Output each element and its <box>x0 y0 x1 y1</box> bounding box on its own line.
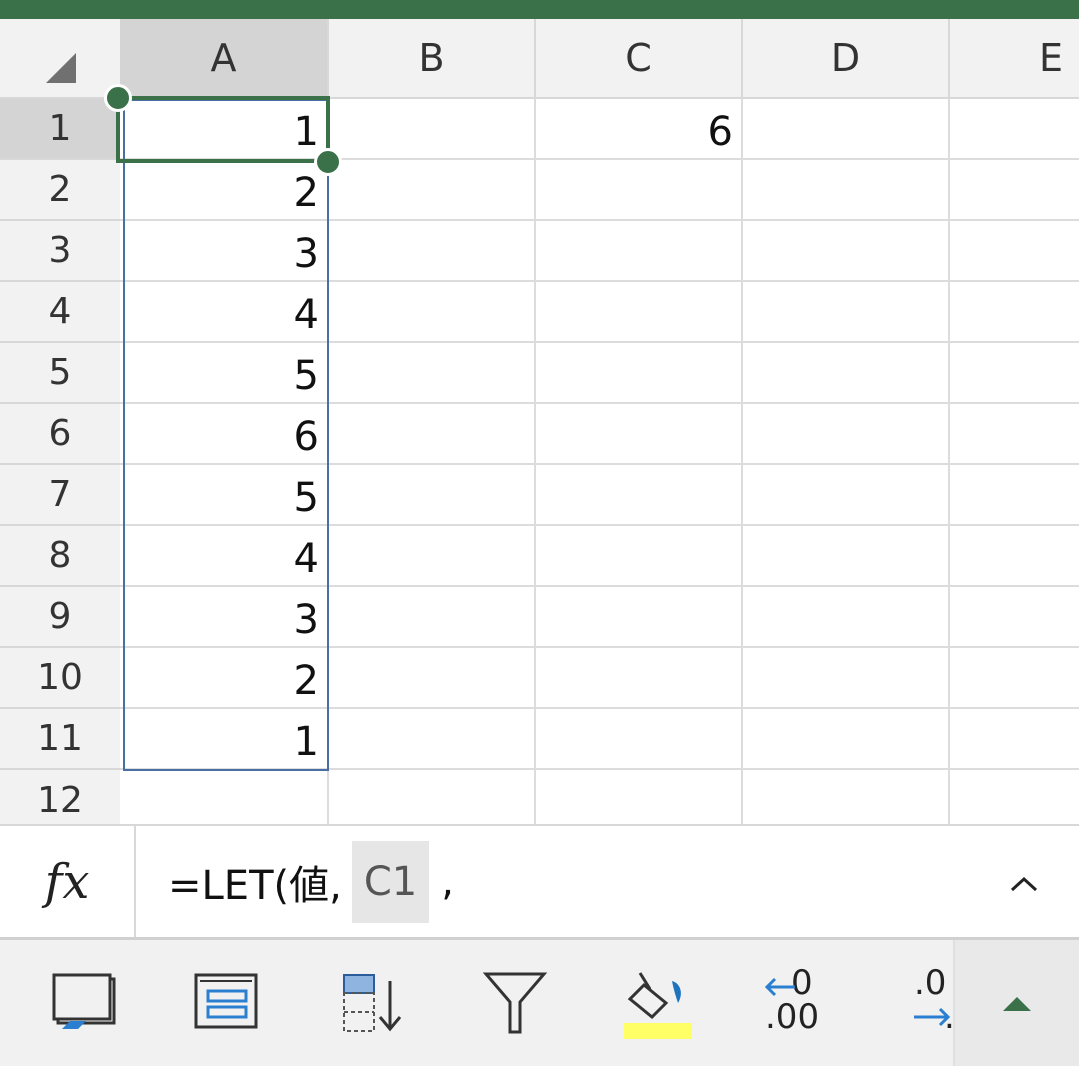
increase-decimal-icon: .0 . <box>900 963 953 1039</box>
group-rows-button[interactable] <box>172 940 282 1066</box>
row-header[interactable]: 5 <box>0 343 120 404</box>
row-header[interactable]: 12 <box>0 770 120 831</box>
column-header-row: A B C D E <box>0 19 1079 99</box>
row-header[interactable]: 6 <box>0 404 120 465</box>
filter-icon <box>482 972 548 1034</box>
row-header-column: 1 2 3 4 5 6 7 8 9 10 11 12 <box>0 99 120 824</box>
selected-cell-border <box>116 96 330 163</box>
decimal-bottom-label: .00 <box>765 997 820 1037</box>
row-header[interactable]: 9 <box>0 587 120 648</box>
filter-button[interactable] <box>460 940 570 1066</box>
column-header-b[interactable]: B <box>329 19 536 97</box>
grid-line <box>741 99 743 824</box>
increase-decimal-button[interactable]: .0 . <box>900 940 953 1066</box>
row-header[interactable]: 2 <box>0 160 120 221</box>
chevron-up-icon[interactable] <box>1004 864 1044 904</box>
decimal2-top-label: .0 <box>914 963 947 1003</box>
freeze-panes-button[interactable] <box>30 940 140 1066</box>
group-rows-icon <box>194 973 258 1029</box>
row-header[interactable]: 7 <box>0 465 120 526</box>
sort-button[interactable] <box>318 940 428 1066</box>
row-header[interactable]: 8 <box>0 526 120 587</box>
column-header-d[interactable]: D <box>743 19 950 97</box>
decimal2-bottom-label: . <box>944 997 953 1037</box>
selection-handle-bottom-right[interactable] <box>314 148 342 176</box>
cell-c1[interactable]: 6 <box>534 101 741 162</box>
row-header[interactable]: 4 <box>0 282 120 343</box>
formula-bar: fx =LET(値, C1 , <box>0 824 1079 940</box>
grid-line <box>948 99 950 824</box>
formula-prefix: =LET(値, <box>168 862 342 909</box>
bottom-toolbar: 0 .00 .0 . <box>0 940 1079 1066</box>
fx-icon[interactable]: fx <box>0 826 136 937</box>
formula-input[interactable]: =LET(値, C1 , <box>168 826 454 937</box>
row-header[interactable]: 11 <box>0 709 120 770</box>
fill-color-button[interactable] <box>604 940 714 1066</box>
grid-line <box>534 99 536 824</box>
column-header-e[interactable]: E <box>950 19 1079 97</box>
sort-icon <box>343 974 402 1032</box>
decrease-decimal-button[interactable]: 0 .00 <box>748 940 858 1066</box>
column-header-c[interactable]: C <box>536 19 743 97</box>
row-header[interactable]: 1 <box>0 99 120 160</box>
app-top-bar <box>0 0 1079 19</box>
freeze-panes-icon <box>52 973 116 1029</box>
formula-highlighted-reference: C1 <box>351 840 430 923</box>
triangle-up-icon <box>1003 997 1031 1011</box>
formula-suffix: , <box>441 858 454 905</box>
select-all-icon <box>46 53 76 83</box>
toolbar-expand-button[interactable] <box>955 940 1079 1066</box>
formula-reference-range <box>123 99 329 771</box>
selection-handle-top-left[interactable] <box>104 84 132 112</box>
row-header[interactable]: 3 <box>0 221 120 282</box>
row-header[interactable]: 10 <box>0 648 120 709</box>
column-header-a[interactable]: A <box>120 19 329 97</box>
decrease-decimal-icon: 0 .00 <box>763 963 843 1039</box>
select-all-corner[interactable] <box>0 19 120 97</box>
fill-color-icon <box>624 972 692 1039</box>
